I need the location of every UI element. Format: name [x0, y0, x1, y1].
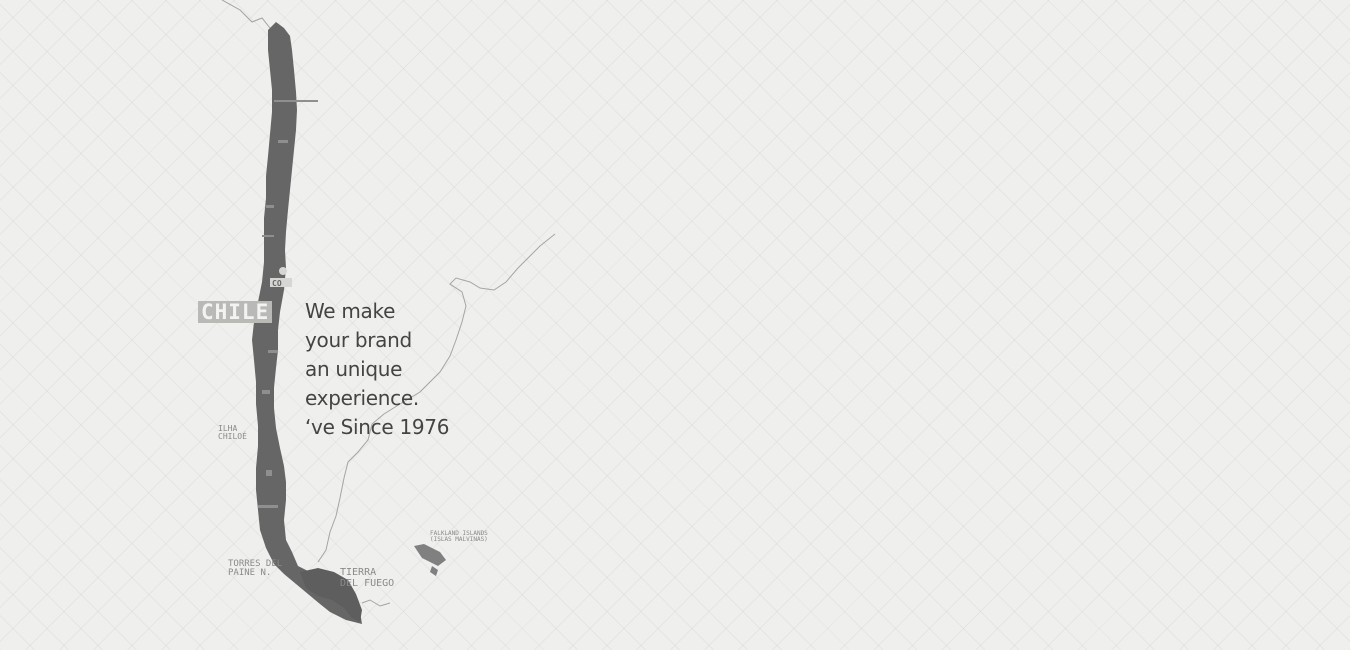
country-label: CHILE — [198, 300, 273, 324]
region-label-tierra-del-fuego: TIERRA DEL FUEGO — [340, 567, 395, 589]
tagline-line-1: We make — [305, 299, 396, 323]
region-label-falkland-line2: (ISLAS MALVINAS) — [430, 536, 488, 544]
region-label-torres: TORRES DEL PAINE N. — [228, 559, 282, 579]
svg-text:CO: CO — [272, 279, 282, 288]
region-label-tierra-line2: DEL FUEGO — [340, 577, 395, 589]
tagline: We make your brand an unique experience.… — [305, 297, 565, 442]
region-label-chiloe: ILHA CHILOÉ — [218, 424, 247, 442]
region-label-falkland: FALKLAND ISLANDS (ISLAS MALVINAS) — [430, 530, 488, 544]
tagline-line-5: ‘ve Since 1976 — [305, 415, 450, 439]
country-label-text: CHILE — [201, 300, 270, 324]
region-label-torres-line2: PAINE N. — [228, 568, 272, 579]
region-label-tierra-line1: TIERRA — [340, 567, 377, 578]
region-label-chiloe-line2: CHILOÉ — [218, 432, 247, 442]
tagline-line-4: experience. — [305, 386, 419, 410]
tagline-line-3: an unique — [305, 357, 403, 381]
tagline-line-2: your brand — [305, 328, 412, 352]
